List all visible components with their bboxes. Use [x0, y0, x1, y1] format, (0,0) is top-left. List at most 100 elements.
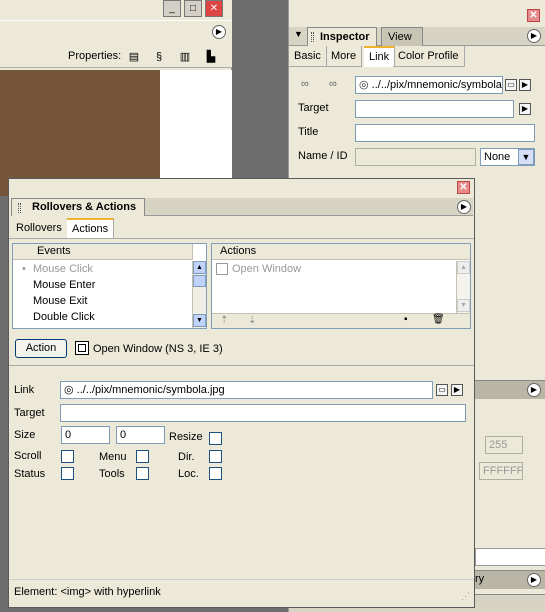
status-checkbox[interactable]: [61, 467, 74, 480]
tab-link[interactable]: Link: [364, 46, 396, 67]
events-scrollbar[interactable]: ▲ ▼: [192, 261, 206, 328]
loc-checkbox[interactable]: [209, 467, 222, 480]
width-field[interactable]: 0: [61, 426, 110, 444]
close-icon[interactable]: ✕: [205, 0, 223, 17]
tab-basic[interactable]: Basic: [289, 46, 327, 67]
target-menu-arrow-icon[interactable]: ▶: [519, 103, 531, 115]
scroll-thumb[interactable]: [193, 275, 206, 287]
window-icon-inner: [78, 344, 86, 352]
ra-titlebar: ✕: [9, 179, 474, 196]
grip-icon: [18, 203, 21, 213]
link-chain-icon[interactable]: ∞: [301, 78, 309, 90]
list-item[interactable]: Double Click: [13, 309, 95, 325]
list-item[interactable]: • Mouse Click: [13, 261, 93, 277]
list-item[interactable]: Open Window: [212, 261, 301, 277]
link-menu-arrow-icon[interactable]: ▶: [519, 79, 531, 91]
minimize-icon[interactable]: _: [163, 0, 181, 17]
ra-panel-tab[interactable]: Rollovers & Actions: [11, 198, 146, 216]
height-value: 0: [120, 429, 127, 441]
dir-checkbox[interactable]: [209, 450, 222, 463]
ra-title: Rollovers & Actions: [32, 201, 137, 213]
unlink-icon[interactable]: ∞: [329, 78, 337, 90]
resize-grip-icon[interactable]: ⋰: [461, 591, 470, 602]
tab-actions[interactable]: Actions: [67, 218, 115, 239]
link-url-field[interactable]: ◎ ../../pix/mnemonic/symbola.: [355, 76, 503, 94]
folder-icon[interactable]: ▭: [436, 384, 448, 396]
value-255-field[interactable]: 255: [485, 436, 523, 454]
target-field[interactable]: [60, 404, 466, 422]
target-label: Target: [298, 102, 329, 114]
event-label: Mouse Enter: [33, 279, 96, 291]
tab-more-label: More: [331, 50, 357, 62]
close-icon[interactable]: ✕: [457, 181, 470, 194]
trash-icon[interactable]: 🗑: [432, 314, 445, 325]
tab-basic-label: Basic: [294, 50, 321, 62]
move-down-icon[interactable]: ⇣: [248, 315, 256, 326]
events-header[interactable]: Events: [13, 244, 193, 260]
folder-icon[interactable]: ▭: [505, 79, 517, 91]
tab-more[interactable]: More: [326, 46, 363, 67]
height-field[interactable]: 0: [116, 426, 165, 444]
properties-label: Properties:: [68, 50, 122, 62]
lower-white-box: [475, 548, 545, 566]
loc-label: Loc.: [178, 468, 199, 480]
options-arrow-icon[interactable]: ▶: [457, 200, 471, 214]
tab-inspector[interactable]: Inspector: [307, 27, 377, 46]
chevron-down-icon[interactable]: ▼: [518, 149, 534, 165]
layers-icon[interactable]: ▙: [204, 50, 218, 64]
title-label: Title: [298, 126, 319, 138]
options-arrow-icon[interactable]: ▶: [212, 25, 226, 39]
inspector-closebar: ✕: [289, 0, 545, 27]
link-chain-icon[interactable]: §: [152, 50, 166, 64]
scroll-up-icon[interactable]: ▲: [457, 261, 470, 274]
move-up-icon[interactable]: ⇡: [220, 315, 228, 326]
options-arrow-icon[interactable]: ▶: [527, 29, 541, 43]
tools-label: Tools: [99, 468, 125, 480]
action-description: Open Window (NS 3, IE 3): [93, 343, 223, 355]
close-icon[interactable]: ✕: [527, 9, 540, 22]
link-label: Link: [14, 384, 35, 396]
list-item[interactable]: Mouse Exit: [13, 293, 87, 309]
options-arrow-icon[interactable]: ▶: [527, 573, 541, 587]
tab-color-profile[interactable]: Color Profile: [393, 46, 465, 67]
link-menu-arrow-icon[interactable]: ▶: [451, 384, 463, 396]
actions-toolbar: ⇡ ⇣ ▪ 🗑: [212, 313, 470, 328]
scroll-checkbox[interactable]: [61, 450, 74, 463]
window-icon: [75, 341, 89, 355]
name-id-field[interactable]: [355, 148, 476, 166]
grip-icon: [311, 32, 314, 42]
new-action-icon[interactable]: ▪: [404, 314, 408, 325]
scroll-down-icon[interactable]: ▼: [193, 314, 206, 327]
dir-label: Dir.: [178, 451, 195, 463]
document-toolbar: ▶ Properties: ▤ § ▥ ▙: [0, 20, 232, 68]
actions-header[interactable]: Actions: [212, 244, 470, 260]
actions-list[interactable]: Actions Open Window ▲ ▼ ⇡ ⇣ ▪ 🗑: [211, 243, 471, 329]
status-label: Status: [14, 468, 46, 480]
tab-view[interactable]: View: [381, 27, 423, 46]
options-arrow-icon[interactable]: ▶: [527, 383, 541, 397]
maximize-icon[interactable]: □: [184, 0, 202, 17]
scroll-up-icon[interactable]: ▲: [193, 261, 206, 274]
target-field[interactable]: [355, 100, 514, 118]
hex-color-field[interactable]: FFFFFF: [479, 462, 523, 480]
action-label: Open Window: [232, 263, 302, 275]
tab-actions-label: Actions: [72, 223, 109, 235]
list-item[interactable]: Mouse Enter: [13, 277, 95, 293]
menu-checkbox[interactable]: [136, 450, 149, 463]
title-field[interactable]: [355, 124, 535, 142]
resize-checkbox[interactable]: [209, 432, 222, 445]
url-icon: ◎: [64, 384, 74, 396]
page-icon[interactable]: ▤: [127, 50, 141, 64]
collapse-arrow-icon[interactable]: ▼: [294, 29, 303, 39]
target-label: Target: [14, 407, 45, 419]
actions-scrollbar[interactable]: ▲ ▼: [456, 261, 470, 313]
action-button[interactable]: Action: [15, 339, 67, 358]
filmstrip-icon[interactable]: ▥: [178, 50, 192, 64]
events-list[interactable]: Events • Mouse Click Mouse Enter Mouse E…: [12, 243, 207, 329]
tools-checkbox[interactable]: [136, 467, 149, 480]
link-url-field[interactable]: ◎ ../../pix/mnemonic/symbola.jpg: [60, 381, 433, 399]
scroll-down-icon[interactable]: ▼: [457, 299, 470, 312]
action-button-label: Action: [25, 342, 57, 354]
tab-color-profile-label: Color Profile: [398, 50, 459, 62]
tab-rollovers[interactable]: Rollovers: [11, 218, 68, 239]
